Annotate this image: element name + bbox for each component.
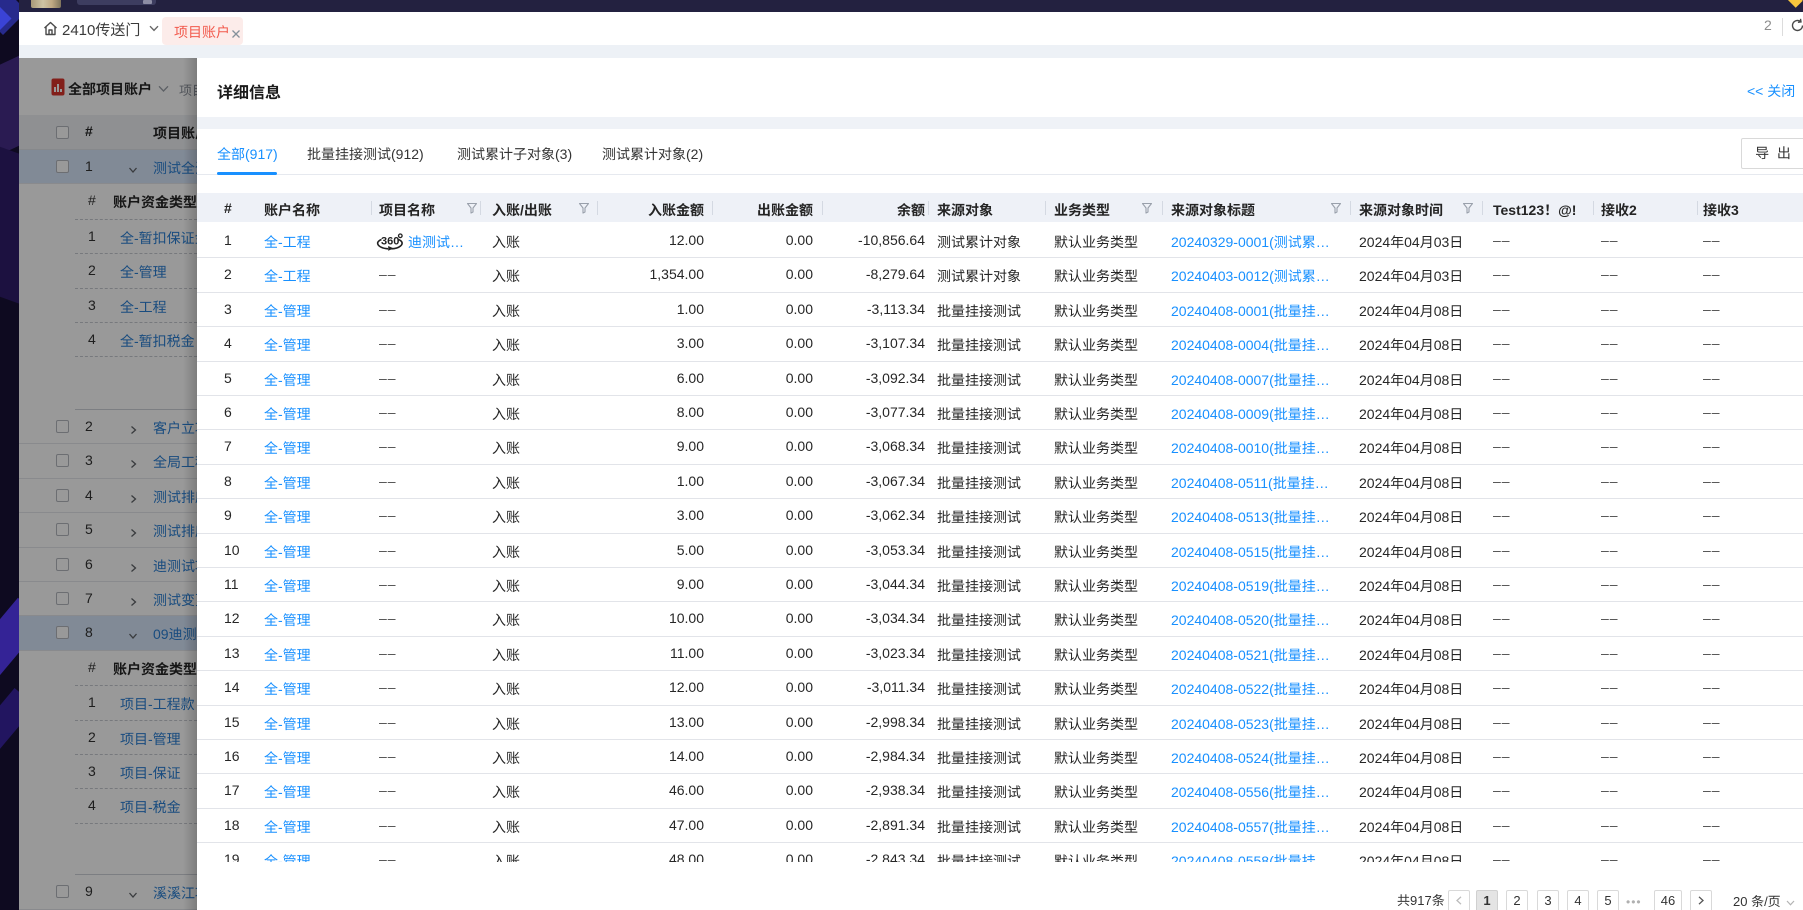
svg-text:360: 360 — [381, 236, 399, 248]
